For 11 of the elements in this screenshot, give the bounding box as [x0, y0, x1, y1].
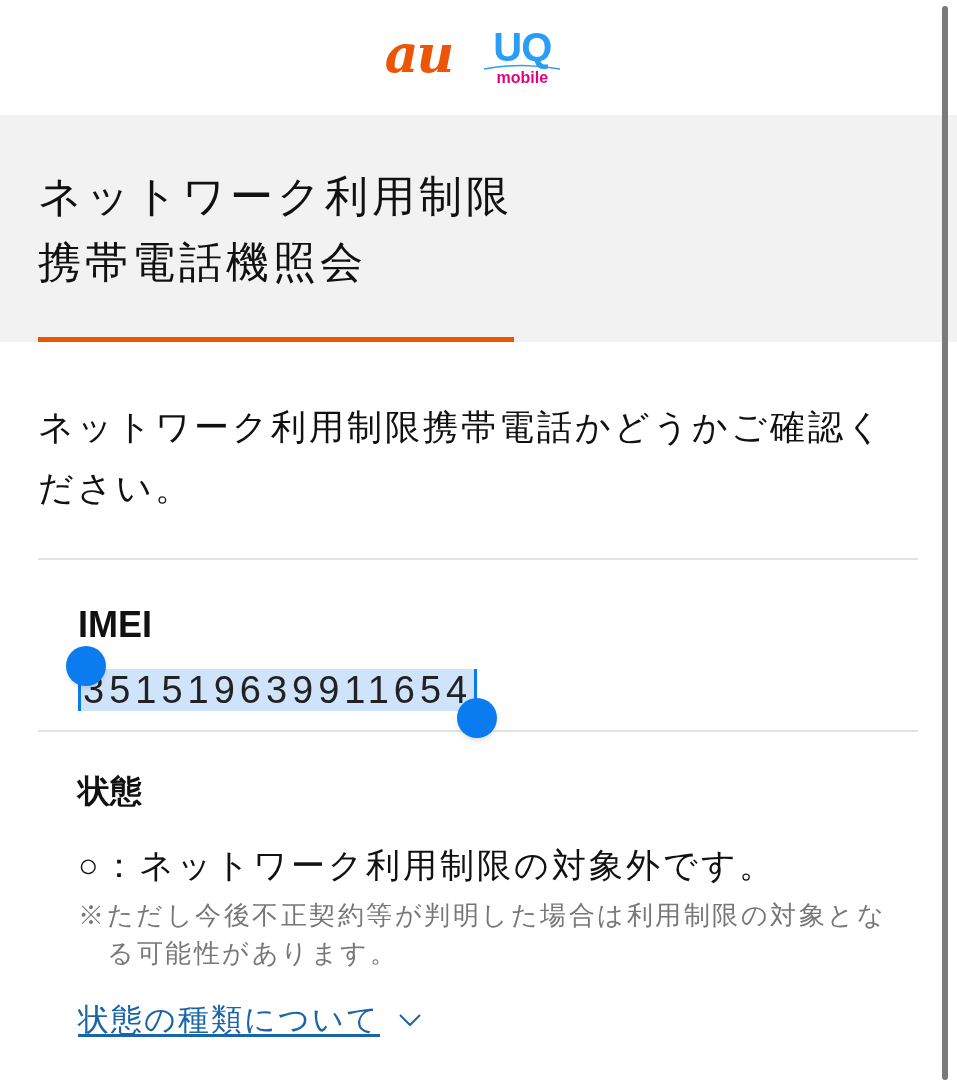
- imei-label: IMEI: [78, 603, 153, 647]
- uq-mobile-logo: UQ mobile: [482, 29, 563, 86]
- page-title: ネットワーク利用制限: [38, 171, 514, 222]
- status-note: ※ただし今後不正契約等が判明した場合は利用制限の対象となる可能性があります。: [78, 899, 887, 970]
- status-label: 状態: [78, 772, 143, 811]
- status-types-link[interactable]: 状態の種類について: [78, 998, 422, 1042]
- page-title: 携帯電話機照会: [38, 237, 368, 288]
- imei-value: 351519639911654: [78, 669, 478, 711]
- status-result: ○：ネットワーク利用制限の対象外です。: [78, 845, 777, 886]
- au-logo: au: [384, 27, 453, 80]
- intro-text: ネットワーク利用制限携帯電話かどうかご確認ください。: [38, 342, 918, 560]
